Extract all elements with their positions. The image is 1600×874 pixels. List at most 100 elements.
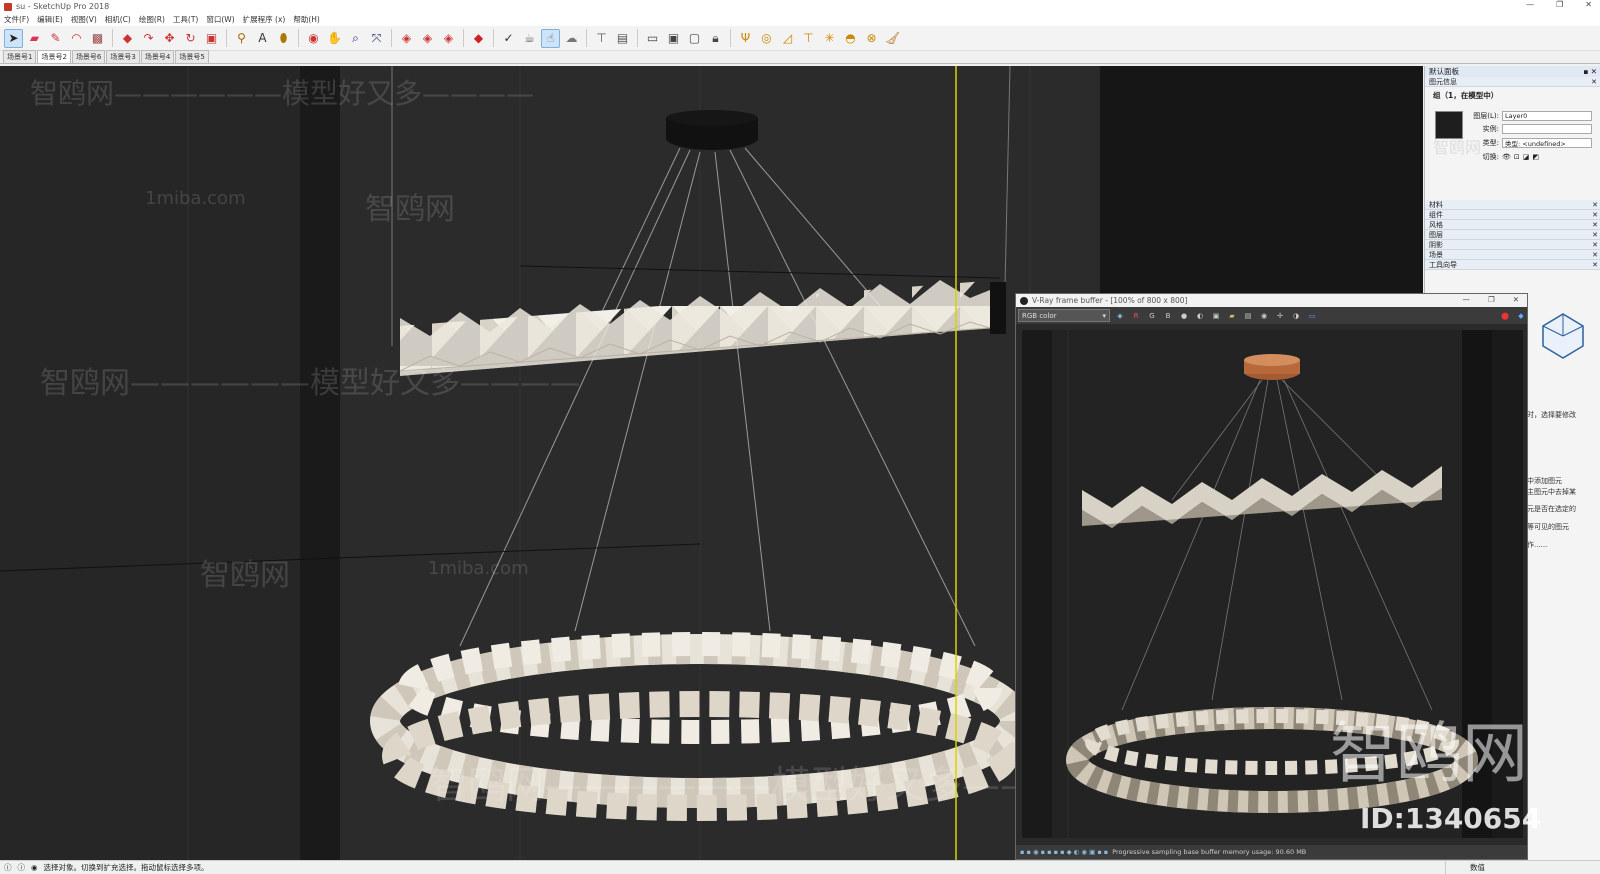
measurements-box[interactable]: 数值 (1445, 860, 1600, 874)
close-icon[interactable]: ✕ (1592, 221, 1598, 229)
maximize-button[interactable]: ❐ (1556, 0, 1563, 9)
tape-icon[interactable]: ⚲ (232, 29, 251, 48)
hat-icon[interactable]: ⊗ (862, 29, 881, 48)
lock-icon[interactable]: 🔒︎ (706, 29, 725, 48)
cloud-icon[interactable]: ☁ (562, 29, 581, 48)
broom-icon[interactable]: 🧹︎ (883, 29, 902, 48)
zoom-icon[interactable]: ⌕ (346, 29, 365, 48)
select-icon[interactable]: ➤ (4, 28, 23, 48)
material-swatch[interactable] (1435, 111, 1463, 139)
section-icon[interactable]: ◈ (397, 29, 416, 48)
window1-icon[interactable]: ▭ (643, 29, 662, 48)
vfb-close-button[interactable]: ✕ (1513, 295, 1519, 304)
hand-icon[interactable]: ☝ (541, 28, 560, 48)
type-select[interactable]: 类型: <undefined> (1502, 138, 1592, 148)
layer-select[interactable]: Layer0 (1502, 111, 1592, 121)
grey-dot-icon[interactable]: ◐ (1194, 310, 1206, 322)
track-mouse-icon[interactable]: ◉ (1258, 310, 1270, 322)
ruby-icon[interactable]: ◆ (469, 29, 488, 48)
zoom-extents-icon[interactable]: ⤧ (367, 29, 386, 48)
tab-scene-1[interactable]: 场景号1 (3, 50, 37, 63)
close-icon[interactable]: ✕ (1591, 78, 1597, 86)
rotate-icon[interactable]: ↻ (181, 29, 200, 48)
ground-icon[interactable]: ⊤ (592, 29, 611, 48)
component-icon[interactable]: ◈ (418, 29, 437, 48)
eraser-icon[interactable]: ▰ (25, 29, 44, 48)
close-button[interactable]: ✕ (1585, 0, 1592, 9)
followme-icon[interactable]: ↷ (139, 29, 158, 48)
axis-icon[interactable]: ▤ (613, 29, 632, 48)
white-dot-icon[interactable]: ● (1178, 310, 1190, 322)
pan-icon[interactable]: ✋ (325, 29, 344, 48)
lock-icon[interactable]: ⊡ (1514, 153, 1520, 161)
menu-file[interactable]: 文件(F) (4, 14, 29, 25)
color-wheel-icon[interactable]: ◈ (1114, 310, 1126, 322)
move-icon[interactable]: ✥ (160, 29, 179, 48)
entity-info-header[interactable]: 图元信息 ✕ (1425, 77, 1600, 87)
section-shadows[interactable]: 阴影 ✕ (1425, 240, 1600, 250)
instance-field[interactable] (1502, 124, 1592, 134)
green-channel-button[interactable]: G (1146, 310, 1158, 322)
render-icon[interactable]: ◆ (1515, 310, 1527, 322)
arc-icon[interactable]: ◠ (67, 29, 86, 48)
menu-tools[interactable]: 工具(T) (173, 14, 198, 25)
close-icon[interactable]: ✕ (1592, 211, 1598, 219)
channel-select[interactable]: RGB color ▾ (1018, 309, 1110, 322)
pencil-icon[interactable]: ✎ (46, 29, 65, 48)
orbit-icon[interactable]: ◉ (304, 29, 323, 48)
clear-icon[interactable]: ▤ (1242, 310, 1254, 322)
minimize-button[interactable]: — (1526, 0, 1534, 9)
eye-icon[interactable]: 👁︎ (1502, 153, 1511, 161)
sun-icon[interactable]: ◎ (757, 29, 776, 48)
dimension-icon[interactable]: ⊤ (799, 29, 818, 48)
window3-icon[interactable]: ▢ (685, 29, 704, 48)
close-icon[interactable]: ✕ (1592, 251, 1598, 259)
shadow-icon[interactable]: ◪ (1523, 153, 1530, 161)
group-icon[interactable]: ◈ (439, 29, 458, 48)
vfb-render-area[interactable] (1022, 330, 1523, 838)
tab-scene-3[interactable]: 场景号3 (106, 50, 140, 63)
lens-icon[interactable]: ▭ (1306, 310, 1318, 322)
vfb-maximize-button[interactable]: ❐ (1488, 295, 1495, 304)
user-icon[interactable]: ◉ (31, 863, 38, 872)
section-components[interactable]: 组件 ✕ (1425, 210, 1600, 220)
section-instructor[interactable]: 工具向导 ✕ (1425, 260, 1600, 270)
scale-icon[interactable]: ▣ (202, 29, 221, 48)
close-icon[interactable]: ✕ (1592, 261, 1598, 269)
menu-extensions[interactable]: 扩展程序 (x) (243, 14, 286, 25)
menu-view[interactable]: 视图(V) (71, 14, 97, 25)
tab-scene-4[interactable]: 场景号4 (140, 50, 175, 63)
section-styles[interactable]: 风格 ✕ (1425, 220, 1600, 230)
tab-scene-5[interactable]: 场景号5 (175, 50, 209, 63)
tray-pin-icon[interactable]: ▪ ✕ (1583, 67, 1597, 76)
menu-edit[interactable]: 编辑(E) (37, 14, 63, 25)
section-scenes[interactable]: 场景 ✕ (1425, 250, 1600, 260)
menu-help[interactable]: 帮助(H) (293, 14, 320, 25)
close-icon[interactable]: ✕ (1592, 241, 1598, 249)
save-icon[interactable]: ▣ (1210, 310, 1222, 322)
region-icon[interactable]: ✢ (1274, 310, 1286, 322)
teapot-icon[interactable]: ☕ (520, 29, 539, 48)
check-icon[interactable]: ✓ (499, 29, 518, 48)
status-icons[interactable]: ▪ ▪ ◉ ▪ ▪ ▪ ▪ ◆ ◐ ◉ ▣ ▪ ▪ (1020, 848, 1108, 856)
window2-icon[interactable]: ▣ (664, 29, 683, 48)
receive-shadow-icon[interactable]: ◩ (1532, 153, 1539, 161)
pushpull-icon[interactable]: ◆ (118, 29, 137, 48)
info-icon[interactable]: ⓘ (18, 862, 26, 873)
menu-draw[interactable]: 绘图(R) (139, 14, 165, 25)
section-layers[interactable]: 图层 ✕ (1425, 230, 1600, 240)
history-icon[interactable]: ◑ (1290, 310, 1302, 322)
lamp-icon[interactable]: Ψ (736, 29, 755, 48)
tab-scene-2[interactable]: 场景号2 (37, 50, 71, 63)
geo-icon[interactable]: ⓘ (4, 862, 12, 873)
folder-icon[interactable]: ▰ (1226, 310, 1238, 322)
close-icon[interactable]: ✕ (1592, 231, 1598, 239)
close-icon[interactable]: ✕ (1592, 201, 1598, 209)
menu-camera[interactable]: 相机(C) (105, 14, 131, 25)
paint-icon[interactable]: ⬮ (274, 29, 293, 48)
vray-frame-buffer[interactable]: V-Ray frame buffer - [100% of 800 x 800]… (1015, 293, 1528, 860)
sparkle-icon[interactable]: ✳ (820, 29, 839, 48)
dome-icon[interactable]: ◓ (841, 29, 860, 48)
blue-channel-button[interactable]: B (1162, 310, 1174, 322)
tab-scene-6[interactable]: 场景号6 (71, 50, 106, 63)
